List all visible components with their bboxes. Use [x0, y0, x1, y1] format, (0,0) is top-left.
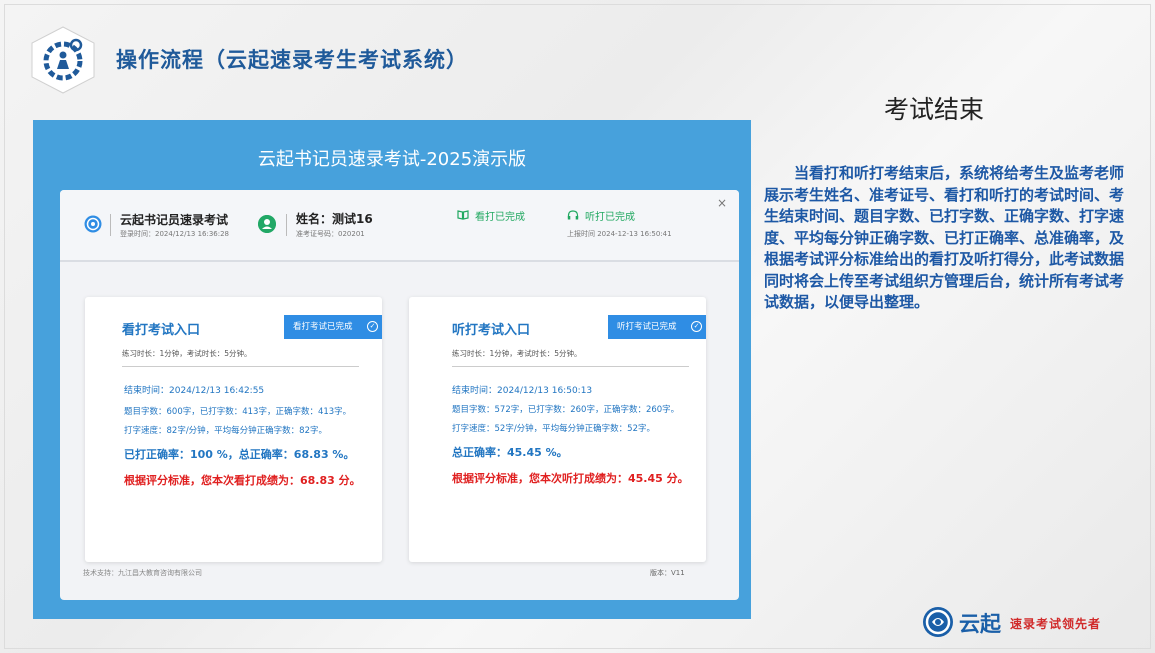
- page-title: 操作流程（云起速录考生考试系统）: [116, 48, 468, 72]
- word-counts: 题目字数：572字，已打字数：260字，正确字数：260字。: [452, 405, 680, 415]
- book-icon: [457, 210, 469, 220]
- divider: [286, 214, 287, 236]
- app-window: 云起书记员速录考试-2025演示版 × 云起书记员速录考试 登录时间：2024/…: [33, 120, 751, 619]
- listening-complete-button[interactable]: 听打考试已完成 ✓: [608, 315, 706, 339]
- brand-slogan: 速录考试领先者: [1010, 617, 1102, 631]
- app-title: 云起书记员速录考试-2025演示版: [257, 149, 527, 170]
- candidate-info-bar: × 云起书记员速录考试 登录时间：2024/12/13 16:36:28 姓名：…: [60, 190, 739, 262]
- typing-exam-card: 看打考试入口 看打考试已完成 ✓ 练习时长：1分钟，考试时长：5分钟。 结束时间…: [85, 297, 382, 562]
- accuracy: 已打正确率：100 %，总正确率：68.83 %。: [124, 448, 355, 461]
- ticket-number: 准考证号码：020201: [296, 230, 365, 238]
- candidate-name: 姓名：测试16: [296, 212, 373, 226]
- typing-speed: 打字速度：82字/分钟，平均每分钟正确字数：82字。: [124, 426, 327, 436]
- exam-name: 云起书记员速录考试: [120, 213, 229, 227]
- typed-status: 看打已完成: [457, 208, 525, 223]
- card-title[interactable]: 听打考试入口: [452, 319, 530, 338]
- close-button[interactable]: ×: [717, 196, 727, 210]
- brand-logo-icon: [923, 607, 953, 637]
- version-label: 版本：V11: [650, 569, 685, 577]
- heard-status-label: 听打已完成: [585, 212, 635, 223]
- badge-label: 听打考试已完成: [617, 322, 677, 332]
- section-description: 当看打和听打考结束后，系统将给考生及监考老师展示考生姓名、准考证号、看打和听打的…: [764, 164, 1125, 311]
- divider: [452, 366, 689, 367]
- upload-time: 上报时间 2024-12-13 16:50:41: [567, 230, 672, 238]
- word-counts: 题目字数：600字，已打字数：413字，正确字数：413字。: [124, 407, 352, 417]
- end-time: 结束时间：2024/12/13 16:42:55: [124, 386, 265, 396]
- typing-speed: 打字速度：52字/分钟，平均每分钟正确字数：52字。: [452, 424, 655, 434]
- divider: [122, 366, 359, 367]
- brand-name: 云起: [959, 612, 1001, 636]
- result-panel: × 云起书记员速录考试 登录时间：2024/12/13 16:36:28 姓名：…: [60, 190, 739, 600]
- gear-person-icon: [31, 26, 95, 94]
- login-time: 登录时间：2024/12/13 16:36:28: [120, 230, 230, 238]
- accuracy: 总正确率：45.45 %。: [452, 446, 568, 459]
- typing-complete-button[interactable]: 看打考试已完成 ✓: [284, 315, 382, 339]
- section-title: 考试结束: [884, 95, 985, 124]
- headphones-icon: [567, 210, 579, 220]
- tech-support: 技术支持：九江昌大教育咨询有限公司: [83, 569, 202, 577]
- check-icon: ✓: [367, 321, 378, 332]
- divider: [110, 214, 111, 236]
- exam-duration: 练习时长：1分钟，考试时长：5分钟。: [452, 349, 582, 358]
- listening-exam-card: 听打考试入口 听打考试已完成 ✓ 练习时长：1分钟，考试时长：5分钟。 结束时间…: [409, 297, 706, 562]
- heard-status: 听打已完成: [567, 208, 635, 223]
- exam-duration: 练习时长：1分钟，考试时长：5分钟。: [122, 349, 252, 358]
- score: 根据评分标准，您本次看打成绩为：68.83 分。: [124, 474, 361, 487]
- check-icon: ✓: [691, 321, 702, 332]
- app-logo-icon: [84, 215, 102, 233]
- user-icon: [258, 215, 276, 233]
- typed-status-label: 看打已完成: [475, 212, 525, 223]
- badge-label: 看打考试已完成: [293, 322, 353, 332]
- card-title[interactable]: 看打考试入口: [122, 319, 200, 338]
- end-time: 结束时间：2024/12/13 16:50:13: [452, 386, 593, 396]
- score: 根据评分标准，您本次听打成绩为：45.45 分。: [452, 472, 689, 485]
